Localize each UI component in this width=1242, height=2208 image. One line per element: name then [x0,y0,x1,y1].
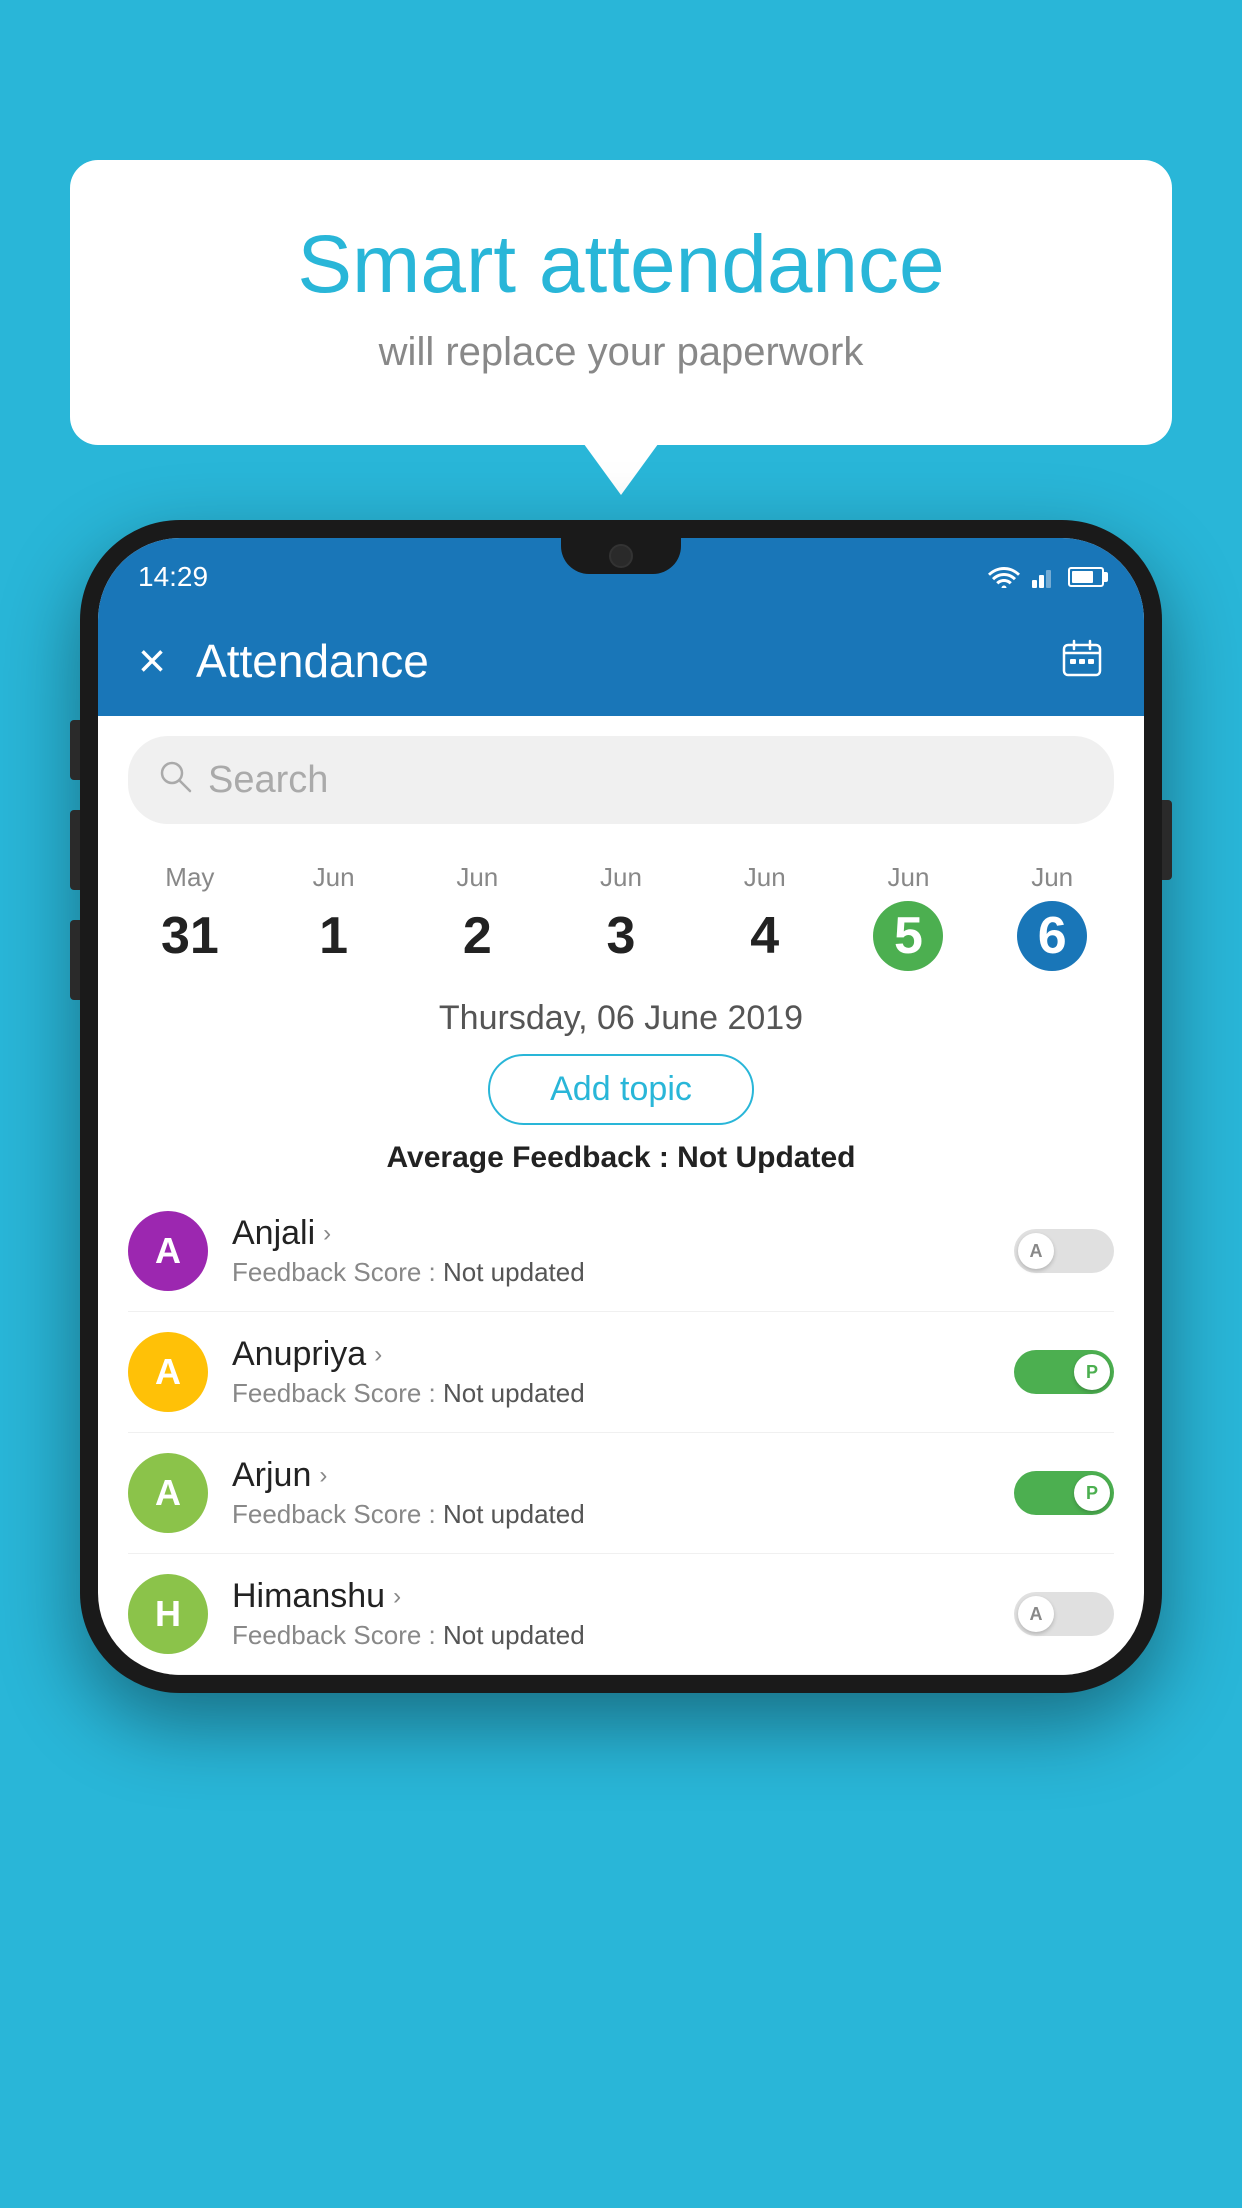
student-avatar: A [128,1453,208,1533]
calendar-day[interactable]: May31 [118,854,262,979]
student-feedback: Feedback Score : Not updated [232,1257,1014,1288]
volume-up-button [70,720,80,780]
toggle-knob: P [1074,1354,1110,1390]
student-row[interactable]: H Himanshu › Feedback Score : Not updatedA [128,1554,1114,1675]
student-info: Arjun › Feedback Score : Not updated [232,1456,1014,1530]
student-row[interactable]: A Arjun › Feedback Score : Not updated P [128,1433,1114,1554]
student-avatar: A [128,1332,208,1412]
attendance-toggle[interactable]: P [1014,1471,1114,1515]
chevron-icon: › [323,1220,331,1248]
attendance-toggle[interactable]: P [1014,1350,1114,1394]
student-name: Anjali › [232,1214,1014,1253]
calendar-strip: May31Jun1Jun2Jun3Jun4Jun5Jun6 [98,844,1144,979]
battery-icon [1068,567,1104,587]
student-row[interactable]: A Anupriya › Feedback Score : Not updated P [128,1312,1114,1433]
app-bar-title: Attendance [196,634,1060,688]
volume-down-button [70,810,80,890]
signal-icon [1032,566,1056,588]
status-time: 14:29 [138,561,208,593]
chevron-icon: › [393,1583,401,1611]
speech-bubble-container: Smart attendance will replace your paper… [70,160,1172,445]
silent-button [70,920,80,1000]
student-feedback: Feedback Score : Not updated [232,1499,1014,1530]
bubble-title: Smart attendance [150,220,1092,310]
student-list: AAnjali ›Feedback Score : Not updatedAAA… [98,1191,1144,1675]
calendar-day[interactable]: Jun2 [405,854,549,979]
calendar-day[interactable]: Jun6 [980,854,1124,979]
feedback-value: Not updated [443,1257,585,1287]
search-bar[interactable]: Search [128,736,1114,824]
avg-feedback-label: Average Feedback : [386,1141,677,1174]
toggle-knob: P [1074,1475,1110,1511]
student-name: Arjun › [232,1456,1014,1495]
selected-date-display: Thursday, 06 June 2019 [98,999,1144,1038]
speech-bubble: Smart attendance will replace your paper… [70,160,1172,445]
student-feedback: Feedback Score : Not updated [232,1620,1014,1651]
close-button[interactable]: × [138,634,166,689]
phone-notch [561,538,681,574]
student-avatar: A [128,1211,208,1291]
student-info: Anupriya › Feedback Score : Not updated [232,1335,1014,1409]
attendance-toggle[interactable]: A [1014,1592,1114,1636]
toggle-knob: A [1018,1596,1054,1632]
student-avatar: H [128,1574,208,1654]
avg-feedback-value: Not Updated [677,1141,855,1174]
phone-container: 14:29 [80,520,1162,1693]
feedback-value: Not updated [443,1499,585,1529]
app-bar: × Attendance [98,606,1144,716]
attendance-toggle[interactable]: A [1014,1229,1114,1273]
feedback-value: Not updated [443,1620,585,1650]
calendar-icon[interactable] [1060,637,1104,686]
student-feedback: Feedback Score : Not updated [232,1378,1014,1409]
bubble-subtitle: will replace your paperwork [150,330,1092,375]
calendar-day[interactable]: Jun4 [693,854,837,979]
search-placeholder: Search [208,759,328,802]
wifi-icon [988,566,1020,588]
add-topic-button[interactable]: Add topic [488,1054,754,1125]
student-row[interactable]: AAnjali ›Feedback Score : Not updatedA [128,1191,1114,1312]
search-icon [158,759,192,802]
average-feedback: Average Feedback : Not Updated [98,1141,1144,1175]
student-name: Himanshu › [232,1577,1014,1616]
chevron-icon: › [319,1462,327,1490]
student-info: Himanshu › Feedback Score : Not updated [232,1577,1014,1651]
power-button [1162,800,1172,880]
phone: 14:29 [80,520,1162,1693]
student-info: Anjali › Feedback Score : Not updated [232,1214,1014,1288]
feedback-value: Not updated [443,1378,585,1408]
toggle-knob: A [1018,1233,1054,1269]
chevron-icon: › [374,1341,382,1369]
status-icons [988,566,1104,588]
calendar-day[interactable]: Jun3 [549,854,693,979]
phone-screen: 14:29 [98,538,1144,1675]
notch-camera [609,544,633,568]
calendar-day[interactable]: Jun1 [262,854,406,979]
calendar-day[interactable]: Jun5 [837,854,981,979]
student-name: Anupriya › [232,1335,1014,1374]
